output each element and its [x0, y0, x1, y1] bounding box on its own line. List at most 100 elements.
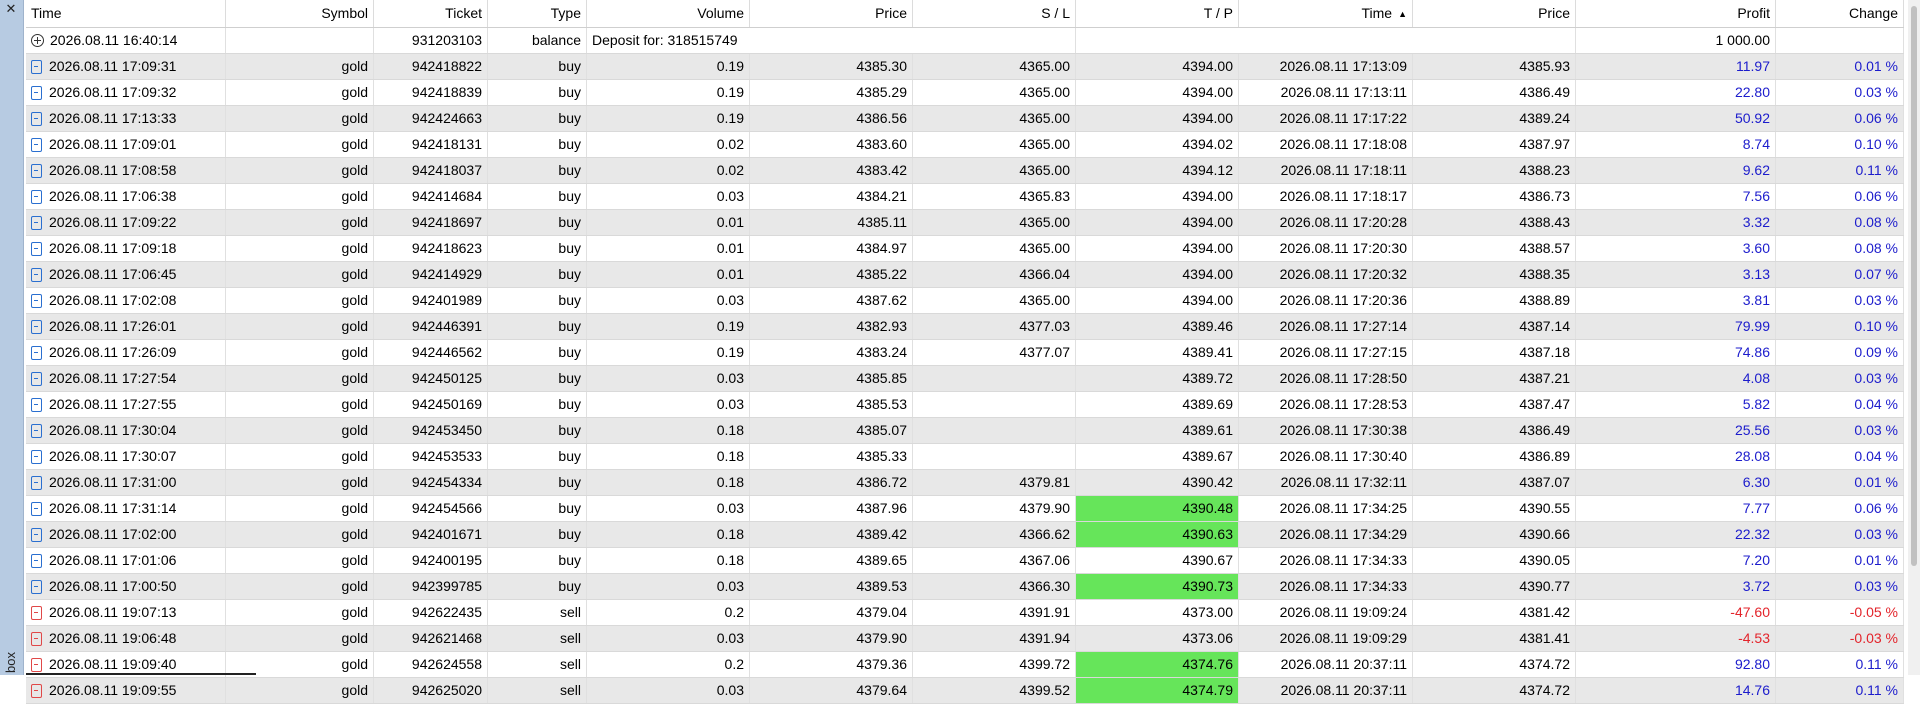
- table-row[interactable]: 2026.08.11 19:06:48 gold 942621468 sell 0.03…: [26, 626, 1904, 652]
- volume-cell: 0.18: [587, 418, 750, 443]
- col-header-ticket[interactable]: Ticket: [374, 0, 488, 27]
- symbol-cell: gold: [226, 678, 374, 703]
- document-icon: [31, 449, 42, 464]
- table-row[interactable]: 2026.08.11 17:02:08 gold 942401989 buy 0.03 4…: [26, 288, 1904, 314]
- col-header-close-price[interactable]: Price: [1413, 0, 1576, 27]
- history-table: Time Symbol Ticket Type Volume Price S /…: [26, 0, 1904, 704]
- table-row[interactable]: 2026.08.11 17:27:54 gold 942450125 buy 0.03 4…: [26, 366, 1904, 392]
- col-header-type[interactable]: Type: [488, 0, 587, 27]
- col-header-volume[interactable]: Volume: [587, 0, 750, 27]
- table-row[interactable]: 2026.08.11 17:09:01 gold 942418131 buy 0.02 4…: [26, 132, 1904, 158]
- type-cell: buy: [488, 262, 587, 287]
- symbol-cell: gold: [226, 626, 374, 651]
- ticket-cell: 942424663: [374, 106, 488, 131]
- col-header-tp[interactable]: T / P: [1076, 0, 1239, 27]
- plus-circle-icon[interactable]: [31, 34, 44, 47]
- close-price-cell: 4387.07: [1413, 470, 1576, 495]
- col-header-sl[interactable]: S / L: [913, 0, 1076, 27]
- table-row[interactable]: 2026.08.11 17:13:33 gold 942424663 buy 0.19 4…: [26, 106, 1904, 132]
- table-row[interactable]: 2026.08.11 17:06:38 gold 942414684 buy 0.03 4…: [26, 184, 1904, 210]
- close-time-cell: 2026.08.11 20:37:11: [1239, 652, 1413, 677]
- price-cell: 4387.62: [750, 288, 913, 313]
- table-row[interactable]: 2026.08.11 17:09:18 gold 942418623 buy 0.01 4…: [26, 236, 1904, 262]
- change-cell: 0.03 %: [1776, 522, 1904, 547]
- document-icon: [31, 215, 42, 230]
- type-cell: buy: [488, 444, 587, 469]
- table-row[interactable]: 2026.08.11 17:09:22 gold 942418697 buy 0.01 4…: [26, 210, 1904, 236]
- table-row[interactable]: 2026.08.11 17:26:09 gold 942446562 buy 0.19 4…: [26, 340, 1904, 366]
- volume-cell: 0.19: [587, 340, 750, 365]
- time-text: 2026.08.11 19:06:48: [49, 630, 177, 646]
- col-header-price[interactable]: Price: [750, 0, 913, 27]
- time-text: 2026.08.11 17:01:06: [49, 552, 177, 568]
- sl-cell: 4365.00: [913, 288, 1076, 313]
- volume-cell: 0.2: [587, 652, 750, 677]
- table-row[interactable]: 2026.08.11 17:06:45 gold 942414929 buy 0.01 4…: [26, 262, 1904, 288]
- type-cell: sell: [488, 652, 587, 677]
- table-row[interactable]: 2026.08.11 19:09:55 gold 942625020 sell 0.03…: [26, 678, 1904, 704]
- document-icon: [31, 293, 42, 308]
- table-row[interactable]: 2026.08.11 19:09:40 gold 942624558 sell 0.2 4…: [26, 652, 1904, 678]
- table-row[interactable]: 2026.08.11 17:09:31 gold 942418822 buy 0.19 4…: [26, 54, 1904, 80]
- close-price-cell: 4390.55: [1413, 496, 1576, 521]
- close-time-cell: 2026.08.11 17:34:29: [1239, 522, 1413, 547]
- volume-cell: 0.03: [587, 574, 750, 599]
- tp-cell: 4390.48: [1076, 496, 1239, 521]
- table-row[interactable]: 2026.08.11 17:01:06 gold 942400195 buy 0.18 4…: [26, 548, 1904, 574]
- table-row[interactable]: 2026.08.11 17:09:32 gold 942418839 buy 0.19 4…: [26, 80, 1904, 106]
- col-header-change[interactable]: Change: [1776, 0, 1904, 27]
- col-header-time[interactable]: Time: [26, 0, 226, 27]
- table-row[interactable]: 2026.08.11 17:31:14 gold 942454566 buy 0.03 4…: [26, 496, 1904, 522]
- table-row[interactable]: 2026.08.11 17:02:00 gold 942401671 buy 0.18 4…: [26, 522, 1904, 548]
- ticket-cell: 942454566: [374, 496, 488, 521]
- table-row[interactable]: 2026.08.11 17:27:55 gold 942450169 buy 0.03 4…: [26, 392, 1904, 418]
- balance-comment-cell: Deposit for: 318515749: [587, 28, 1076, 53]
- col-header-symbol[interactable]: Symbol: [226, 0, 374, 27]
- table-row[interactable]: 2026.08.11 17:30:04 gold 942453450 buy 0.18 4…: [26, 418, 1904, 444]
- type-cell: buy: [488, 496, 587, 521]
- volume-cell: 0.19: [587, 314, 750, 339]
- symbol-cell: gold: [226, 210, 374, 235]
- table-row[interactable]: 2026.08.11 17:26:01 gold 942446391 buy 0.19 4…: [26, 314, 1904, 340]
- ticket-cell: 942453533: [374, 444, 488, 469]
- close-price-cell: 4386.49: [1413, 80, 1576, 105]
- table-row[interactable]: 2026.08.11 17:31:00 gold 942454334 buy 0.18 4…: [26, 470, 1904, 496]
- vertical-scrollbar[interactable]: [1908, 0, 1920, 675]
- time-text: 2026.08.11 17:27:55: [49, 396, 177, 412]
- price-cell: 4389.65: [750, 548, 913, 573]
- table-row[interactable]: 2026.08.11 19:07:13 gold 942622435 sell 0.2 4…: [26, 600, 1904, 626]
- sl-cell: 4365.00: [913, 80, 1076, 105]
- volume-cell: 0.19: [587, 80, 750, 105]
- table-row[interactable]: 2026.08.11 17:00:50 gold 942399785 buy 0.03 4…: [26, 574, 1904, 600]
- balance-row[interactable]: 2026.08.11 16:40:14 931203103 balance De…: [26, 28, 1904, 54]
- price-cell: 4386.56: [750, 106, 913, 131]
- ticket-cell: 942446562: [374, 340, 488, 365]
- ticket-cell: 942453450: [374, 418, 488, 443]
- price-cell: 4385.29: [750, 80, 913, 105]
- volume-cell: 0.03: [587, 366, 750, 391]
- col-header-close-time[interactable]: Time ▲: [1239, 0, 1413, 27]
- sl-cell: 4377.03: [913, 314, 1076, 339]
- document-icon: [31, 553, 42, 568]
- tp-cell: 4394.12: [1076, 158, 1239, 183]
- document-icon: [31, 631, 42, 646]
- price-cell: 4385.07: [750, 418, 913, 443]
- table-row[interactable]: 2026.08.11 17:30:07 gold 942453533 buy 0.18 4…: [26, 444, 1904, 470]
- ticket-cell: 942401989: [374, 288, 488, 313]
- type-cell: buy: [488, 366, 587, 391]
- time-text: 2026.08.11 17:06:38: [49, 188, 177, 204]
- tp-cell: 4394.00: [1076, 262, 1239, 287]
- table-row[interactable]: 2026.08.11 17:08:58 gold 942418037 buy 0.02 4…: [26, 158, 1904, 184]
- change-cell: 0.01 %: [1776, 470, 1904, 495]
- time-cell: 2026.08.11 17:01:06: [26, 548, 226, 573]
- ticket-cell: 942450125: [374, 366, 488, 391]
- document-icon: [31, 163, 42, 178]
- ticket-cell: 942418037: [374, 158, 488, 183]
- close-icon[interactable]: ✕: [4, 2, 18, 16]
- close-price-cell: 4374.72: [1413, 678, 1576, 703]
- close-price-cell: 4387.97: [1413, 132, 1576, 157]
- col-header-profit[interactable]: Profit: [1576, 0, 1776, 27]
- symbol-cell: gold: [226, 496, 374, 521]
- scrollbar-thumb[interactable]: [1911, 6, 1917, 566]
- type-cell: buy: [488, 418, 587, 443]
